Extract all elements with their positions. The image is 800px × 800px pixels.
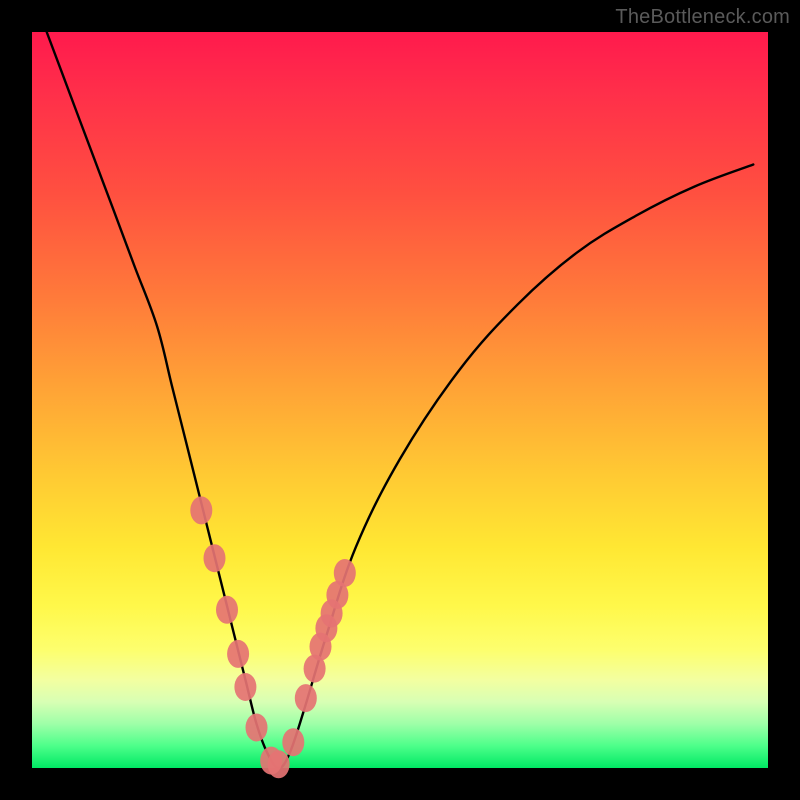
curve-svg xyxy=(32,32,768,768)
marker-group xyxy=(190,496,355,778)
marker-point xyxy=(295,684,317,712)
plot-area xyxy=(32,32,768,768)
marker-point xyxy=(204,544,226,572)
watermark-text: TheBottleneck.com xyxy=(615,6,790,29)
marker-point xyxy=(282,728,304,756)
marker-point xyxy=(190,496,212,524)
marker-point xyxy=(268,750,290,778)
marker-point xyxy=(246,714,268,742)
marker-point xyxy=(227,640,249,668)
chart-canvas: TheBottleneck.com xyxy=(0,0,800,800)
marker-point xyxy=(234,673,256,701)
marker-point xyxy=(216,596,238,624)
bottleneck-curve xyxy=(47,32,754,768)
marker-point xyxy=(334,559,356,587)
